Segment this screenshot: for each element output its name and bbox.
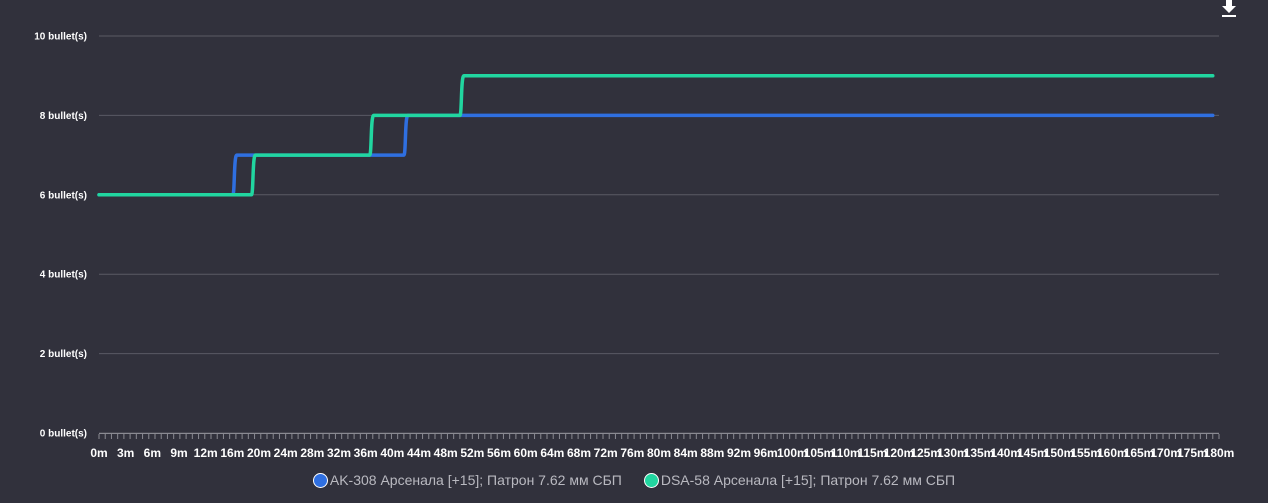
download-arrow-icon — [1222, 0, 1236, 17]
x-tick-label: 84m — [674, 446, 698, 460]
download-icon[interactable] — [1219, 0, 1239, 18]
x-tick-label: 64m — [540, 446, 564, 460]
x-tick-label: 68m — [567, 446, 591, 460]
x-tick-label: 180m — [1204, 446, 1235, 460]
y-tick-label: 8 bullet(s) — [40, 111, 87, 122]
x-tick-label: 60m — [514, 446, 538, 460]
series-lines — [97, 73, 1215, 197]
series-line-1 — [97, 73, 1215, 197]
legend-label: AK-308 Арсенала [+15]; Патрон 7.62 мм СБ… — [329, 472, 622, 488]
x-tick-label: 88m — [700, 446, 724, 460]
x-tick-label: 28m — [300, 446, 324, 460]
x-tick-label: 0m — [90, 446, 107, 460]
x-tick-label: 40m — [380, 446, 404, 460]
y-tick-label: 0 bullet(s) — [40, 429, 87, 440]
x-tick-label: 24m — [274, 446, 298, 460]
x-tick-label: 36m — [354, 446, 378, 460]
x-tick-label: 6m — [144, 446, 161, 460]
x-tick-label: 3m — [117, 446, 134, 460]
y-axis-tick-labels: 0 bullet(s) 2 bullet(s) 4 bullet(s) 6 bulle… — [34, 32, 87, 440]
y-tick-label: 10 bullet(s) — [34, 32, 87, 43]
y-tick-label: 2 bullet(s) — [40, 349, 87, 360]
x-tick-label: 110m — [831, 446, 861, 460]
legend: AK-308 Арсенала [+15]; Патрон 7.62 мм СБ… — [0, 472, 1268, 488]
x-tick-label: 12m — [194, 446, 218, 460]
x-tick-label: 20m — [247, 446, 271, 460]
x-tick-label: 92m — [727, 446, 751, 460]
x-tick-label: 76m — [620, 446, 644, 460]
x-tick-label: 96m — [754, 446, 778, 460]
x-tick-label: 52m — [460, 446, 484, 460]
x-tick-label: 56m — [487, 446, 511, 460]
x-tick-label: 9m — [170, 446, 187, 460]
x-axis-tick-labels: 0m 3m 6m 9m 12m 16m 20m 24m 28m 32m 36m 40m 44m 48m 52… — [90, 446, 1234, 460]
y-tick-label: 4 bullet(s) — [40, 270, 87, 281]
x-tick-label: 72m — [594, 446, 618, 460]
x-tick-label: 32m — [327, 446, 351, 460]
chart-area: 0 bullet(s) 2 bullet(s) 4 bullet(s) 6 bulle… — [34, 32, 1234, 461]
legend-marker-icon — [312, 472, 328, 488]
y-tick-label: 6 bullet(s) — [40, 190, 87, 201]
x-tick-label: 48m — [434, 446, 458, 460]
x-axis — [98, 433, 1220, 439]
legend-item-dsa58[interactable]: DSA-58 Арсенала [+15]; Патрон 7.62 мм СБ… — [643, 472, 956, 488]
x-tick-label: 80m — [647, 446, 671, 460]
x-tick-label: 44m — [407, 446, 431, 460]
legend-marker-icon — [643, 472, 659, 488]
x-tick-label: 16m — [220, 446, 244, 460]
legend-item-ak308[interactable]: AK-308 Арсенала [+15]; Патрон 7.62 мм СБ… — [312, 472, 622, 488]
legend-label: DSA-58 Арсенала [+15]; Патрон 7.62 мм СБ… — [660, 472, 956, 488]
grid-lines — [99, 35, 1219, 434]
